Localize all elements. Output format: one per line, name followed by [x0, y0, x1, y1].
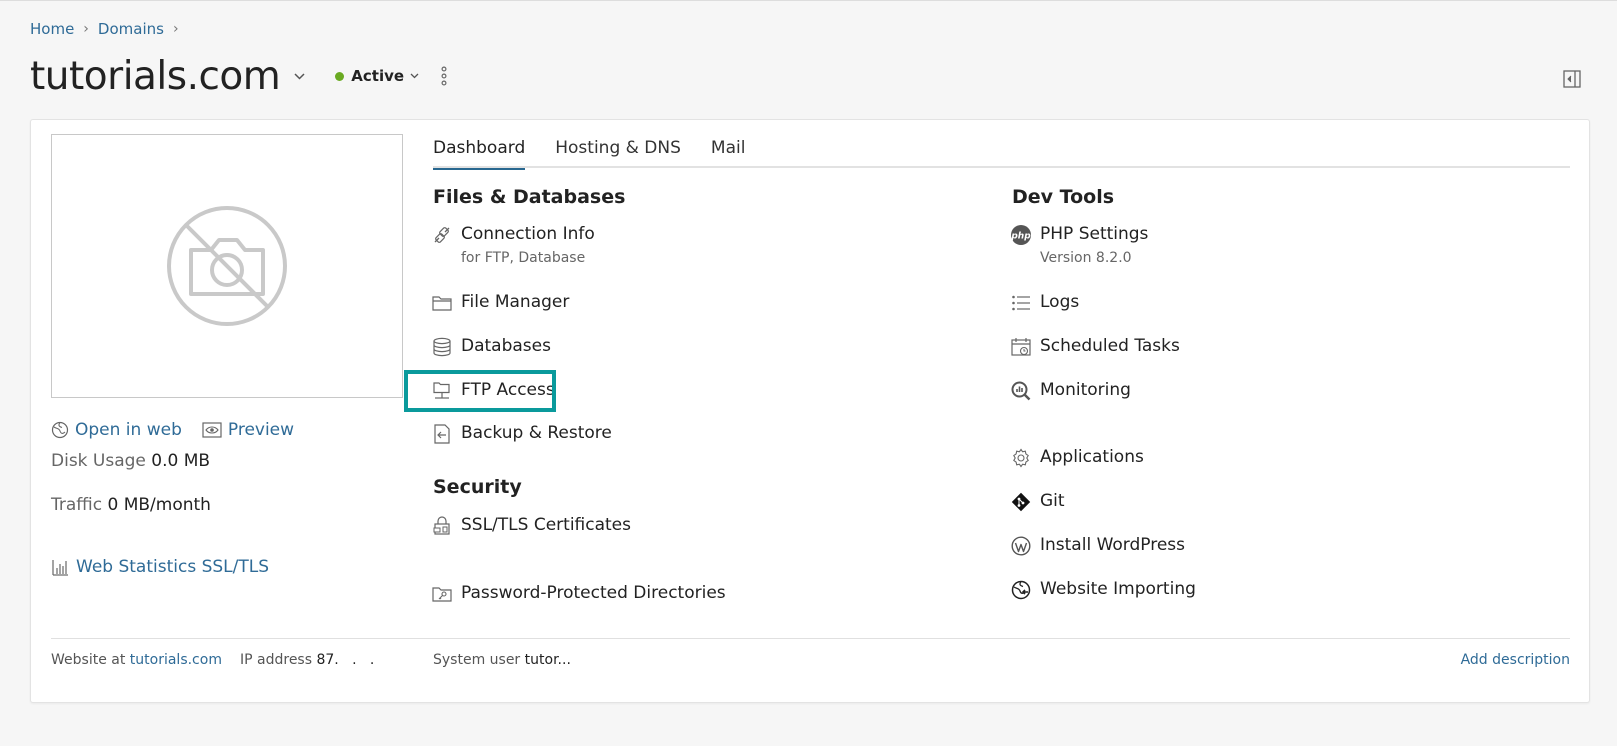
domain-tabs: Dashboard Hosting & DNS Mail — [433, 136, 1570, 170]
git-label: Git — [1040, 491, 1065, 511]
install-wordpress-item[interactable]: Install WordPress — [1010, 535, 1185, 557]
scheduled-tasks-item[interactable]: Scheduled Tasks — [1010, 336, 1180, 358]
ip-address: IP address 87. . . — [240, 652, 374, 668]
domain-switcher-chevron-icon[interactable] — [294, 72, 305, 80]
preview-label: Preview — [227, 420, 295, 440]
logs-item[interactable]: Logs — [1010, 292, 1079, 314]
chevron-right-icon: › — [172, 21, 179, 37]
applications-label: Applications — [1040, 447, 1144, 467]
title-row: tutorials.com Active — [30, 48, 447, 104]
ip-address-label: IP address — [240, 652, 313, 668]
php-settings-label: PHP Settings — [1040, 224, 1149, 244]
web-statistics-label: Web Statistics SSL/TLS — [76, 557, 270, 577]
open-in-web-link[interactable]: Open in web — [51, 420, 182, 440]
disk-usage: Disk Usage 0.0 MB — [51, 451, 210, 471]
tab-mail[interactable]: Mail — [711, 136, 746, 168]
backup-restore-item[interactable]: Backup & Restore — [431, 423, 612, 445]
ssl-certificates-item[interactable]: SSL/TLS Certificates — [431, 515, 631, 537]
card-footer: Website at tutorials.com IP address 87. … — [51, 638, 1570, 678]
security-title: Security — [433, 476, 522, 498]
password-protected-directories-item[interactable]: Password-Protected Directories — [431, 583, 726, 605]
backup-restore-label: Backup & Restore — [461, 423, 612, 443]
website-importing-label: Website Importing — [1040, 579, 1196, 599]
panel-toggle-icon[interactable] — [1563, 70, 1581, 92]
page-title: tutorials.com — [30, 53, 281, 99]
add-description-link[interactable]: Add description — [1461, 652, 1570, 668]
scheduled-tasks-label: Scheduled Tasks — [1040, 336, 1180, 356]
eye-icon — [202, 422, 222, 438]
monitoring-label: Monitoring — [1040, 380, 1131, 400]
logs-label: Logs — [1040, 292, 1080, 312]
databases-item[interactable]: Databases — [431, 336, 551, 358]
wordpress-icon — [1010, 535, 1032, 557]
logs-icon — [1010, 292, 1032, 314]
monitoring-icon — [1010, 380, 1032, 402]
traffic-value: 0 MB/month — [107, 495, 211, 515]
breadcrumb: Home › Domains › — [30, 20, 188, 38]
globe-icon — [51, 421, 69, 439]
ssl-certificates-label: SSL/TLS Certificates — [461, 515, 631, 535]
site-screenshot-placeholder — [51, 134, 403, 398]
file-manager-item[interactable]: File Manager — [431, 292, 569, 314]
monitoring-item[interactable]: Monitoring — [1010, 380, 1131, 402]
databases-label: Databases — [461, 336, 551, 356]
php-settings-item[interactable]: php PHP Settings Version 8.2.0 — [1010, 224, 1148, 266]
database-icon — [431, 336, 453, 358]
dev-tools-title: Dev Tools — [1012, 186, 1115, 208]
install-wordpress-label: Install WordPress — [1040, 535, 1186, 555]
folder-icon — [431, 292, 453, 314]
breadcrumb-home[interactable]: Home — [30, 20, 74, 38]
traffic: Traffic 0 MB/month — [51, 495, 211, 515]
connection-icon — [431, 224, 453, 246]
bar-chart-icon — [52, 560, 68, 576]
status-dropdown[interactable]: Active — [335, 67, 419, 85]
chevron-down-icon — [410, 73, 419, 79]
git-item[interactable]: Git — [1010, 491, 1065, 513]
disk-usage-value: 0.0 MB — [151, 451, 211, 471]
php-icon: php — [1010, 224, 1032, 246]
calendar-icon — [1010, 336, 1032, 358]
system-user-label: System user — [433, 652, 521, 668]
no-image-icon — [167, 206, 287, 326]
system-user-value: tutor... — [524, 652, 571, 668]
import-icon — [1010, 579, 1032, 601]
more-options-icon[interactable] — [441, 66, 447, 86]
protected-folder-icon — [431, 583, 453, 605]
applications-item[interactable]: Applications — [1010, 447, 1144, 469]
file-manager-label: File Manager — [461, 292, 570, 312]
status-dot-icon — [335, 71, 345, 81]
traffic-label: Traffic — [51, 495, 103, 515]
connection-info-label: Connection Info — [461, 224, 595, 244]
gear-icon — [1010, 447, 1032, 469]
system-user: System user tutor... — [433, 652, 571, 668]
web-statistics-link[interactable]: Web Statistics SSL/TLS — [51, 557, 269, 577]
files-databases-title: Files & Databases — [433, 186, 626, 208]
ftp-access-highlight — [404, 370, 556, 412]
preview-link[interactable]: Preview — [202, 420, 294, 440]
connection-info-item[interactable]: Connection Info for FTP, Database — [431, 224, 595, 266]
open-in-web-label: Open in web — [75, 420, 182, 440]
website-at-label: Website at — [51, 652, 126, 668]
website-at-link[interactable]: tutorials.com — [130, 652, 222, 668]
connection-info-sub: for FTP, Database — [461, 250, 586, 266]
password-protected-directories-label: Password-Protected Directories — [461, 583, 726, 603]
status-label: Active — [351, 67, 405, 85]
site-links: Open in web Preview — [51, 420, 314, 440]
disk-usage-label: Disk Usage — [51, 451, 146, 471]
tab-hosting-dns[interactable]: Hosting & DNS — [555, 136, 681, 168]
ip-address-value: 87. . . — [316, 652, 375, 668]
top-divider — [0, 0, 1617, 1]
certificate-icon — [431, 515, 453, 537]
website-at: Website at tutorials.com — [51, 652, 222, 668]
php-version-sub: Version 8.2.0 — [1040, 250, 1132, 266]
svg-text:php: php — [1010, 232, 1031, 242]
domain-card: Open in web Preview Disk Usage 0.0 MB Tr… — [30, 119, 1590, 703]
git-icon — [1010, 491, 1032, 513]
tab-dashboard[interactable]: Dashboard — [433, 136, 526, 170]
website-importing-item[interactable]: Website Importing — [1010, 579, 1196, 601]
breadcrumb-domains[interactable]: Domains — [98, 20, 164, 38]
backup-icon — [431, 423, 453, 445]
chevron-right-icon: › — [83, 21, 89, 37]
